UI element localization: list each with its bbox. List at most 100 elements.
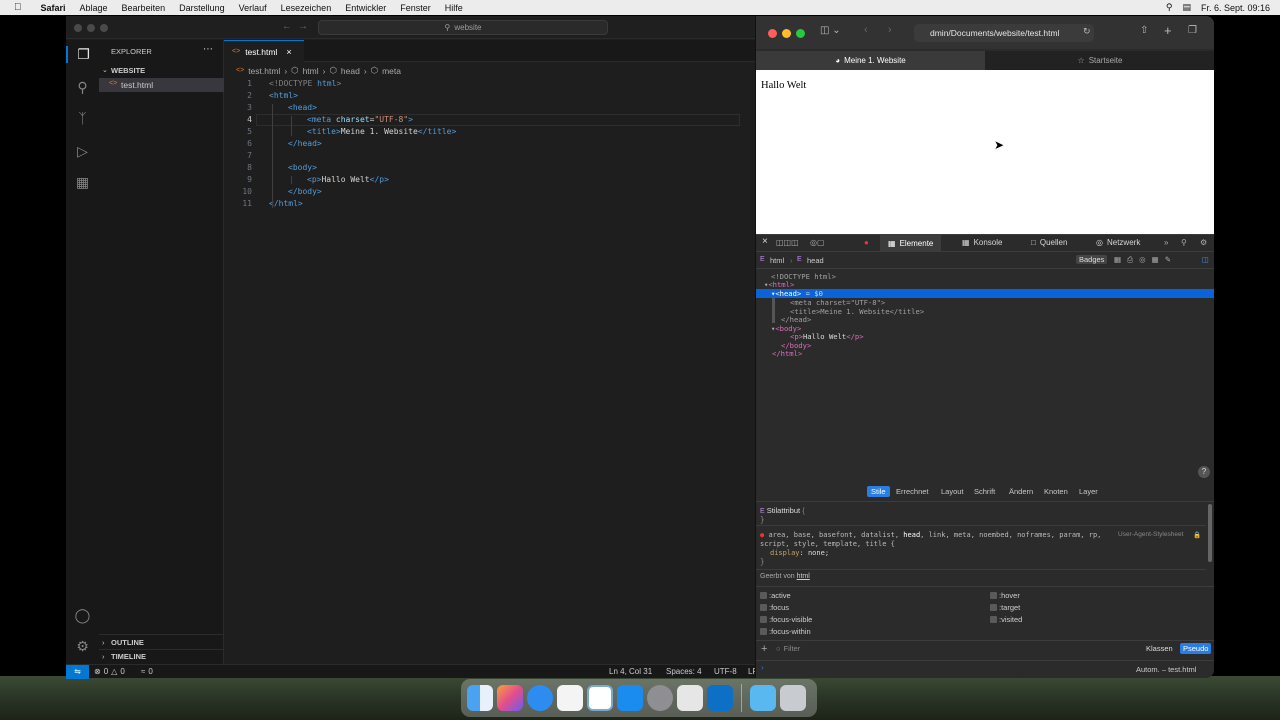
- menu-hilfe[interactable]: Hilfe: [438, 3, 470, 13]
- tab-aendern[interactable]: Ändern: [1009, 487, 1033, 496]
- tab-meine-website[interactable]: ◕ Meine 1. Website: [756, 51, 985, 70]
- tab-knoten[interactable]: Knoten: [1044, 487, 1068, 496]
- search-icon[interactable]: ⚲: [1181, 238, 1187, 247]
- explorer-icon[interactable]: ❐: [66, 46, 99, 63]
- settings-gear-icon[interactable]: ⚙: [1200, 238, 1207, 247]
- back-icon[interactable]: ‹: [864, 24, 868, 36]
- dom-node[interactable]: </html>: [772, 349, 802, 358]
- tab-layout[interactable]: Layout: [941, 487, 964, 496]
- breadcrumb-html[interactable]: html: [303, 66, 319, 76]
- dom-node-selected[interactable]: ▾<head> = $0: [771, 289, 823, 298]
- command-center-search[interactable]: ⚲ website: [318, 20, 608, 35]
- code-line[interactable]: <body>: [288, 163, 317, 172]
- window-minimize-button[interactable]: [87, 24, 95, 32]
- pseudo-target-checkbox[interactable]: :target: [990, 603, 1020, 612]
- code-line[interactable]: <html>: [269, 91, 298, 100]
- menu-entwickler[interactable]: Entwickler: [338, 3, 393, 13]
- menu-app-name[interactable]: Safari: [34, 3, 73, 13]
- element-tools-icons[interactable]: ▦⎙◎▦✎: [1114, 255, 1177, 265]
- console-prompt-bar[interactable]: › Autom. – test.html: [756, 660, 1214, 678]
- menu-verlauf[interactable]: Verlauf: [232, 3, 274, 13]
- tab-layer[interactable]: Layer: [1079, 487, 1098, 496]
- forward-icon[interactable]: ›: [888, 24, 892, 36]
- menu-ablage[interactable]: Ablage: [73, 3, 115, 13]
- dom-node[interactable]: <p>Hallo Welt</p>: [790, 332, 864, 341]
- style-attribute-rule[interactable]: E Stilattribut {: [760, 506, 805, 515]
- code-line[interactable]: </body>: [288, 187, 322, 196]
- freeform-icon[interactable]: [587, 685, 613, 711]
- trash-icon[interactable]: [780, 685, 806, 711]
- window-close-button[interactable]: [74, 24, 82, 32]
- vscode-icon[interactable]: [707, 685, 733, 711]
- pseudo-active-checkbox[interactable]: :active: [760, 591, 791, 600]
- code-line[interactable]: <head>: [288, 103, 317, 112]
- tab-quellen[interactable]: □ Quellen: [1031, 238, 1067, 247]
- overflow-chevron-icon[interactable]: »: [1164, 238, 1168, 247]
- reminders-icon[interactable]: [557, 685, 583, 711]
- path-head[interactable]: head: [807, 256, 824, 265]
- pseudo-visited-checkbox[interactable]: :visited: [990, 615, 1022, 624]
- encoding[interactable]: UTF-8: [714, 667, 737, 676]
- window-zoom-button[interactable]: [100, 24, 108, 32]
- finder-icon[interactable]: [467, 685, 493, 711]
- menubar-clock[interactable]: Fr. 6. Sept. 09:16: [1201, 3, 1270, 13]
- help-icon[interactable]: ?: [1198, 466, 1210, 478]
- script-editor-icon[interactable]: [677, 685, 703, 711]
- spotlight-search-icon[interactable]: ⚲: [1166, 2, 1173, 13]
- sidebar-toggle-icon[interactable]: ◫: [1202, 255, 1209, 264]
- menu-bearbeiten[interactable]: Bearbeiten: [115, 3, 173, 13]
- sidebar-toggle-icon[interactable]: ◫ ⌄: [820, 25, 841, 36]
- classes-button[interactable]: Klassen: [1146, 644, 1173, 653]
- problems-indicator[interactable]: ⊗ 0 △ 0: [94, 667, 125, 676]
- source-control-icon[interactable]: ᛉ: [74, 110, 91, 127]
- chevron-right-icon[interactable]: ›: [102, 652, 105, 661]
- indentation[interactable]: Spaces: 4: [666, 667, 702, 676]
- control-center-icon[interactable]: ▤: [1182, 2, 1191, 13]
- run-debug-icon[interactable]: ▷: [74, 143, 91, 160]
- chevron-down-icon[interactable]: ⌄: [102, 66, 108, 74]
- account-icon[interactable]: ◯: [74, 607, 91, 624]
- menu-darstellung[interactable]: Darstellung: [172, 3, 232, 13]
- search-icon[interactable]: ⚲: [74, 79, 91, 96]
- window-zoom-button[interactable]: [796, 29, 805, 38]
- address-bar[interactable]: dmin/Documents/website/test.html: [914, 24, 1094, 42]
- badges-button[interactable]: Badges: [1076, 255, 1108, 264]
- ua-rule-selector[interactable]: ● area, base, basefont, datalist, head, …: [760, 531, 1101, 539]
- menu-lesezeichen[interactable]: Lesezeichen: [274, 3, 339, 13]
- pseudo-button[interactable]: Pseudo: [1180, 643, 1212, 654]
- reload-icon[interactable]: ↻: [1083, 26, 1091, 37]
- add-rule-icon[interactable]: +: [761, 643, 767, 655]
- code-line[interactable]: <meta charset="UTF-8">: [307, 115, 413, 124]
- pseudo-focus-checkbox[interactable]: :focus: [760, 603, 789, 612]
- menu-fenster[interactable]: Fenster: [393, 3, 438, 13]
- launchpad-icon[interactable]: [497, 685, 523, 711]
- tab-errechnet[interactable]: Errechnet: [896, 487, 929, 496]
- share-icon[interactable]: ⇧: [1140, 25, 1148, 36]
- apple-menu-icon[interactable]: : [0, 2, 34, 13]
- cursor-position[interactable]: Ln 4, Col 31: [609, 667, 652, 676]
- extensions-icon[interactable]: ▦: [74, 174, 91, 191]
- scrollbar[interactable]: [1208, 504, 1212, 562]
- error-badge-icon[interactable]: ●: [864, 238, 869, 247]
- inspect-icon[interactable]: ◎▢: [810, 238, 825, 247]
- downloads-folder-icon[interactable]: [750, 685, 776, 711]
- system-settings-icon[interactable]: [647, 685, 673, 711]
- timeline-section[interactable]: TIMELINE: [111, 652, 146, 661]
- path-html[interactable]: html: [770, 256, 784, 265]
- code-line[interactable]: </head>: [288, 139, 322, 148]
- code-line[interactable]: <!DOCTYPE html>: [269, 79, 341, 88]
- settings-gear-icon[interactable]: ⚙: [74, 638, 91, 655]
- pseudo-hover-checkbox[interactable]: :hover: [990, 591, 1020, 600]
- tab-netzwerk[interactable]: ◎ Netzwerk: [1096, 238, 1140, 247]
- tab-startseite[interactable]: ☆ Startseite: [985, 51, 1214, 70]
- breadcrumb-head[interactable]: head: [341, 66, 360, 76]
- remote-icon[interactable]: ⇋: [66, 665, 89, 679]
- close-devtools-icon[interactable]: ×: [762, 236, 768, 247]
- tab-test-html[interactable]: <> test.html ×: [224, 40, 304, 62]
- tab-elemente[interactable]: ▦ Elemente: [880, 235, 942, 252]
- file-test-html[interactable]: test.html: [121, 80, 153, 90]
- ports-indicator[interactable]: ≈0: [141, 667, 153, 676]
- nav-arrows-icon[interactable]: ←→: [282, 21, 314, 32]
- outline-section[interactable]: OUTLINE: [111, 638, 144, 647]
- dom-node[interactable]: </head>: [781, 315, 811, 324]
